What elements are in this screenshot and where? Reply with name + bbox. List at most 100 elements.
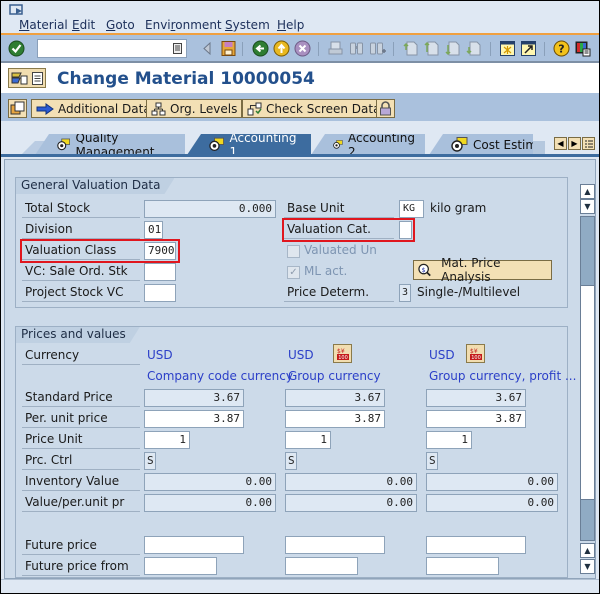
next-page-icon[interactable]: [444, 40, 461, 57]
menu-system[interactable]: System: [225, 18, 270, 32]
menu-goto[interactable]: Goto: [106, 18, 135, 32]
scroll-track[interactable]: [580, 216, 595, 541]
arrow-right-icon: ▶: [571, 139, 578, 148]
menu-material[interactable]: Material: [19, 18, 68, 32]
exit-icon[interactable]: [273, 40, 290, 57]
tab-scroll-right-button[interactable]: ▶: [568, 137, 581, 150]
valuation-cat-highlight: [282, 218, 415, 242]
back-icon[interactable]: [252, 40, 269, 57]
enter-icon[interactable]: [8, 40, 25, 57]
command-field[interactable]: [37, 39, 187, 58]
bottom-strip: [1, 579, 599, 593]
display-change-icon: [11, 72, 28, 85]
command-history-icon[interactable]: [173, 43, 182, 54]
base-unit-label: Base Unit: [284, 200, 394, 218]
lock-icon: [380, 101, 391, 116]
tab-quality-management[interactable]: Quality Management: [35, 134, 185, 155]
new-session-icon[interactable]: [499, 40, 516, 57]
col1-future-price[interactable]: [144, 536, 244, 554]
cancel-icon[interactable]: [294, 40, 311, 57]
scroll-down-button[interactable]: ▼: [580, 199, 595, 214]
org-levels-button[interactable]: Org. Levels: [146, 99, 243, 118]
back-triangle-icon[interactable]: [199, 40, 216, 57]
valuated-un-label: Valuated Un: [304, 243, 377, 257]
scroll-page-up-button[interactable]: ▲: [580, 543, 595, 558]
first-page-icon[interactable]: [402, 40, 419, 57]
col2-value-per-unit: 0.00: [285, 494, 417, 512]
customize-layout-icon[interactable]: [574, 40, 591, 57]
col3-inventory-value: 0.00: [426, 473, 558, 491]
tab-list-button[interactable]: [582, 137, 595, 150]
tab-strip: Quality Management Accounting 1 Accounti…: [1, 121, 599, 155]
print-icon[interactable]: [327, 40, 344, 57]
division-field[interactable]: 01: [144, 221, 163, 239]
scroll-page-down-button[interactable]: ▼: [580, 559, 595, 574]
menu-environment-label: onment: [175, 18, 222, 32]
tab-cost-estimate[interactable]: Cost Estima...: [429, 134, 533, 155]
tab-accounting-2[interactable]: Accounting 2: [311, 134, 425, 155]
base-unit-text: kilo gram: [430, 201, 487, 215]
additional-data-button[interactable]: Additional Data: [31, 99, 156, 118]
arrow-up-icon: ▲: [584, 546, 591, 555]
menu-environment[interactable]: Environment: [145, 18, 222, 32]
menu-edit[interactable]: Edit: [72, 18, 95, 32]
vc-sale-ord-stk-field[interactable]: [144, 263, 176, 281]
col3-currency-translate-button[interactable]: $¥ 100: [466, 344, 485, 363]
col2-future-price[interactable]: [285, 536, 385, 554]
col2-future-price-from[interactable]: [285, 557, 358, 575]
col2-per-unit-price[interactable]: 3.87: [285, 410, 385, 428]
tab-underline: [1, 154, 599, 157]
col2-inventory-value: 0.00: [285, 473, 417, 491]
general-valuation-title: General Valuation Data: [16, 178, 174, 194]
toolbar-separator: [318, 42, 319, 56]
previous-page-icon[interactable]: [423, 40, 440, 57]
ml-act-checkbox[interactable]: ✓: [287, 266, 300, 279]
col1-future-price-from[interactable]: [144, 557, 217, 575]
valuated-un-checkbox[interactable]: [287, 245, 300, 258]
col3-per-unit-price[interactable]: 3.87: [426, 410, 526, 428]
price-determ-label: Price Determ.: [284, 284, 394, 302]
price-analysis-icon: $: [418, 263, 431, 277]
base-unit-field[interactable]: KG: [399, 200, 424, 218]
tab-accounting-1[interactable]: Accounting 1: [187, 134, 311, 155]
col2-currency-translate-button[interactable]: $¥ 100: [333, 344, 352, 363]
scroll-thumb[interactable]: [581, 285, 594, 500]
help-icon[interactable]: ?: [553, 40, 570, 57]
menu-help[interactable]: Help: [277, 18, 304, 32]
general-valuation-group: General Valuation Data Total Stock 0.000…: [15, 177, 568, 308]
lock-button[interactable]: [376, 99, 395, 118]
mat-price-analysis-label: Mat. Price Analysis: [441, 256, 501, 284]
tab-list-icon: [585, 140, 593, 148]
col2-prc-ctrl: S: [285, 452, 297, 470]
switch-view-button[interactable]: [8, 99, 27, 118]
col2-currency-type: Group currency: [288, 369, 381, 383]
standard-price-label: Standard Price: [22, 389, 140, 407]
vertical-scrollbar[interactable]: ▲ ▼ ▲ ▼: [580, 184, 595, 574]
svg-text:100: 100: [471, 355, 481, 361]
menu-help-mnemonic: H: [277, 18, 287, 32]
mat-price-analysis-button[interactable]: $ Mat. Price Analysis: [413, 256, 552, 284]
scroll-up-button[interactable]: ▲: [580, 184, 595, 199]
currency-label: Currency: [22, 347, 140, 365]
col1-price-unit[interactable]: 1: [144, 431, 190, 449]
col3-future-price-from[interactable]: [426, 557, 499, 575]
price-determ-text: Single-/Multilevel: [417, 285, 521, 299]
last-page-icon[interactable]: [465, 40, 482, 57]
arrow-left-icon: ◀: [557, 139, 564, 148]
col1-per-unit-price[interactable]: 3.87: [144, 410, 244, 428]
save-icon[interactable]: [220, 40, 237, 57]
col3-price-unit[interactable]: 1: [426, 431, 472, 449]
project-stock-vc-field[interactable]: [144, 284, 176, 302]
menu-environment-pre: Envi: [145, 18, 171, 32]
title-menu-button[interactable]: [8, 68, 46, 88]
find-icon[interactable]: [348, 40, 365, 57]
col2-price-unit[interactable]: 1: [285, 431, 331, 449]
col2-standard-price: 3.67: [285, 389, 385, 407]
tab-scroll-left-button[interactable]: ◀: [554, 137, 567, 150]
find-next-icon[interactable]: [369, 40, 386, 57]
division-label: Division: [22, 221, 140, 239]
check-screen-data-button[interactable]: Check Screen Data: [242, 99, 386, 118]
col3-future-price[interactable]: [426, 536, 526, 554]
create-shortcut-icon[interactable]: [520, 40, 537, 57]
col3-currency: USD: [429, 348, 455, 362]
